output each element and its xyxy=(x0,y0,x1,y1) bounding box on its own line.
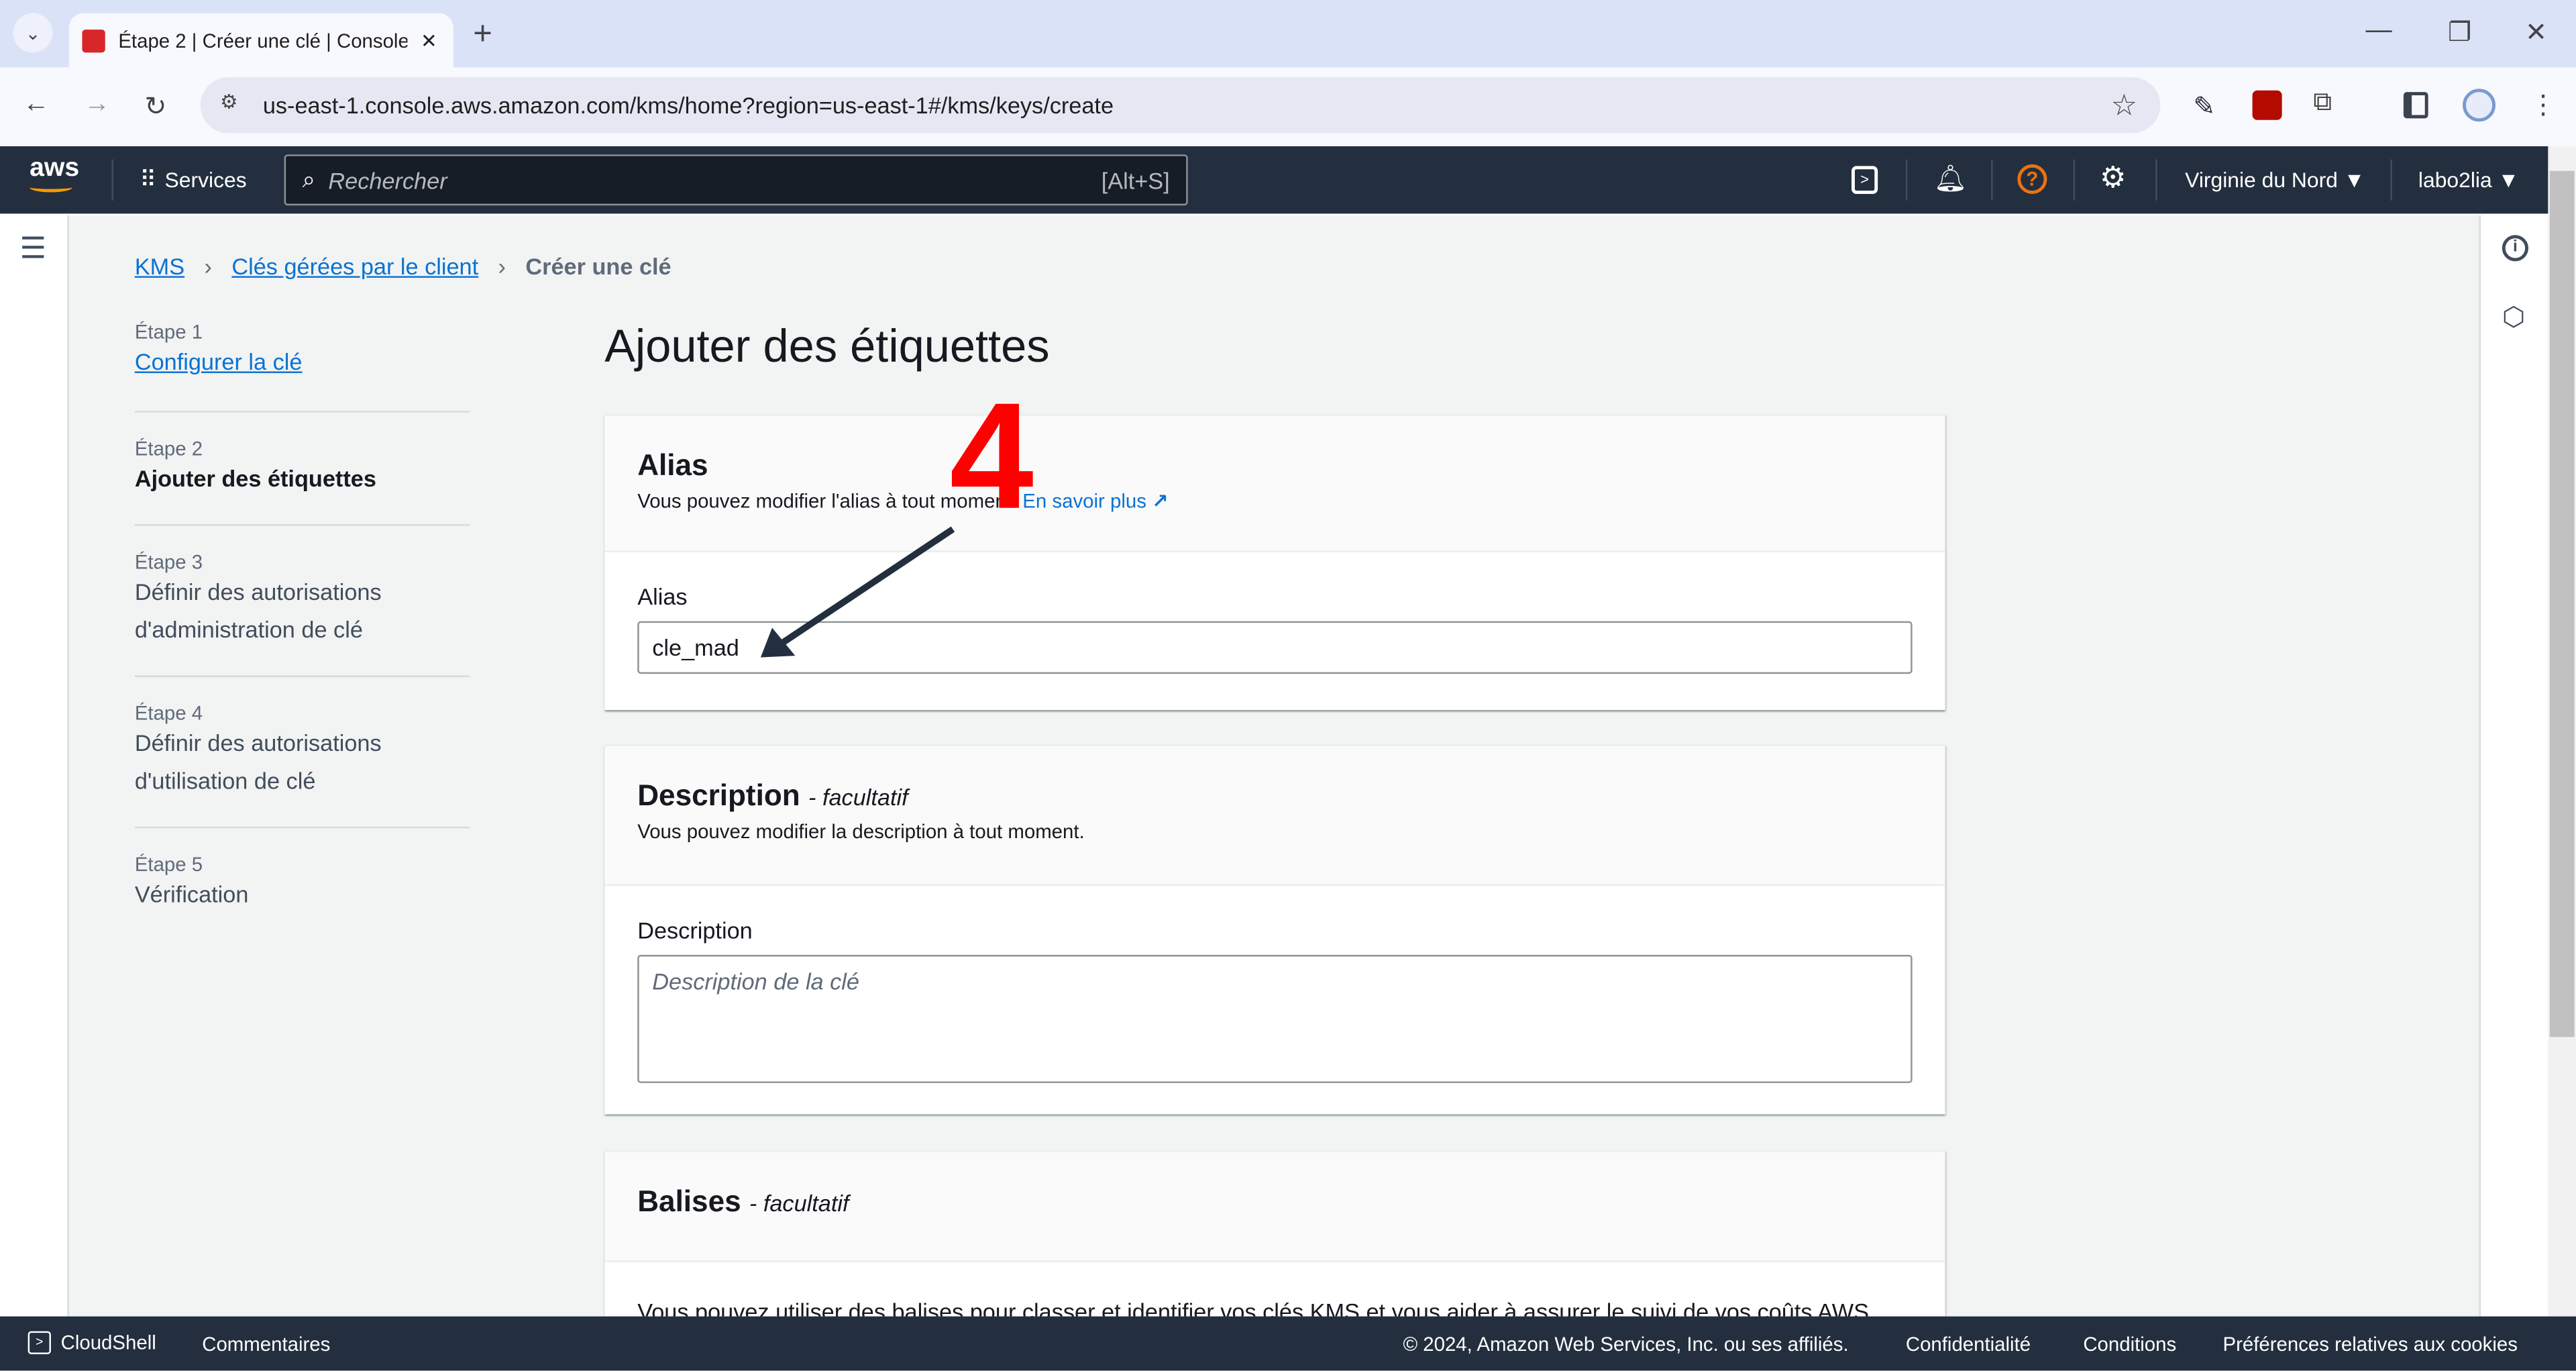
cookie-preferences-link[interactable]: Préférences relatives aux cookies xyxy=(2222,1333,2517,1356)
copyright: © 2024, Amazon Web Services, Inc. ou ses… xyxy=(1403,1333,1849,1356)
annotation-arrow xyxy=(760,526,955,658)
feedback-link[interactable]: Commentaires xyxy=(202,1333,330,1356)
terms-link[interactable]: Conditions xyxy=(2083,1333,2176,1356)
privacy-link[interactable]: Confidentialité xyxy=(1906,1333,2031,1356)
footer: > CloudShell Commentaires © 2024, Amazon … xyxy=(0,1316,2576,1371)
cloudshell-button[interactable]: > CloudShell xyxy=(28,1331,156,1354)
cloudshell-label: CloudShell xyxy=(60,1331,156,1354)
cloudshell-icon: > xyxy=(28,1331,51,1354)
